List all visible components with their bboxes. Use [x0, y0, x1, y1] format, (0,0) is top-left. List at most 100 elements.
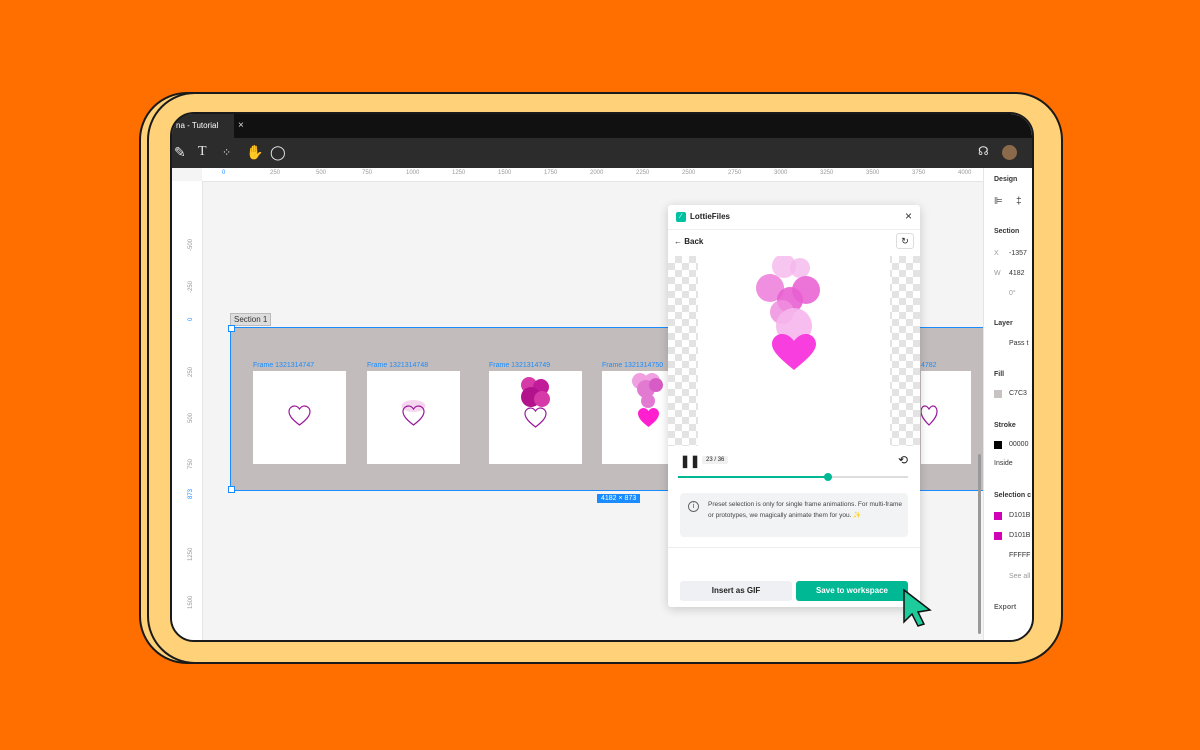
ruler-tick: 750 [188, 458, 194, 469]
resize-handle[interactable] [228, 486, 235, 493]
refresh-icon[interactable]: ↻ [896, 233, 914, 249]
pause-button[interactable]: ❚❚ [680, 454, 700, 468]
frame-card[interactable] [253, 371, 346, 464]
align-left-icon[interactable]: ⊫ [994, 196, 1003, 207]
horizontal-ruler: 0 250 500 750 1000 1250 1500 1750 2000 2… [202, 168, 984, 182]
plugin-title: LottieFiles [690, 212, 731, 221]
frame-label: Frame 1321314750 [602, 362, 664, 369]
design-tab[interactable]: Design [994, 176, 1017, 183]
frame-card[interactable] [489, 371, 582, 464]
x-label: X [994, 250, 999, 257]
ruler-tick: 2000 [590, 170, 604, 176]
file-tab[interactable]: na - Tutorial [172, 114, 234, 138]
info-note: i Preset selection is only for single fr… [680, 493, 908, 537]
close-icon[interactable]: × [905, 209, 912, 223]
info-icon: i [688, 501, 699, 512]
layer-heading: Layer [994, 320, 1013, 327]
ruler-tick: 4000 [958, 170, 972, 176]
timeline-progress [678, 476, 828, 478]
selection-colors-heading: Selection c [994, 492, 1031, 499]
ruler-tick: 2750 [728, 170, 742, 176]
insert-gif-button[interactable]: Insert as GIF [680, 581, 792, 601]
cursor-pointer-icon [903, 588, 932, 627]
ruler-tick: 1250 [188, 547, 194, 561]
ruler-tick: 500 [316, 170, 327, 176]
current-frame: 23 [706, 457, 713, 463]
canvas-scrollbar[interactable] [978, 454, 981, 634]
rotation-field[interactable]: 0° [1009, 290, 1016, 297]
ruler-tick: 3750 [912, 170, 926, 176]
frame-card[interactable] [367, 371, 460, 464]
loop-icon[interactable]: ⟲ [898, 453, 908, 467]
lottiefiles-plugin: ∕ LottieFiles × ← Back ↻ ❚❚ 23 / 36 ⟲ i … [668, 205, 920, 607]
ruler-tick: 3250 [820, 170, 834, 176]
ruler-tick: 750 [362, 170, 373, 176]
close-tab-icon[interactable]: × [238, 120, 244, 131]
hand-tool-icon[interactable]: ✋ [246, 144, 263, 161]
title-bar: na - Tutorial × + [172, 114, 1032, 138]
color-swatch[interactable] [994, 512, 1002, 520]
stroke-position[interactable]: Inside [994, 460, 1013, 467]
ruler-tick: 250 [188, 366, 194, 377]
back-button[interactable]: ← Back [674, 237, 703, 246]
ruler-tick: 2500 [682, 170, 696, 176]
frame-label: 4782 [921, 362, 937, 369]
pen-tool-icon[interactable]: ✎ [174, 144, 186, 161]
ruler-tick: 250 [270, 170, 281, 176]
ruler-tick: 1250 [452, 170, 466, 176]
text-tool-icon[interactable]: T [198, 144, 207, 160]
size-badge: 4182 × 873 [597, 494, 641, 503]
avatar[interactable] [1002, 145, 1017, 160]
fill-value[interactable]: C7C3 [1009, 390, 1027, 397]
selection-color[interactable]: FFFFF [1009, 552, 1030, 559]
ruler-tick: 873 [188, 488, 194, 499]
total-frames: 36 [717, 457, 725, 463]
fill-swatch[interactable] [994, 390, 1002, 398]
headphones-icon[interactable]: ☊ [978, 144, 989, 158]
animation-preview [668, 254, 920, 446]
ruler-tick: 1500 [188, 595, 194, 609]
color-swatch[interactable] [994, 532, 1002, 540]
save-to-workspace-button[interactable]: Save to workspace [796, 581, 908, 601]
export-heading[interactable]: Export [994, 604, 1016, 611]
ruler-tick: 1750 [544, 170, 558, 176]
ruler-tick: 3500 [866, 170, 880, 176]
timeline-handle[interactable] [823, 473, 832, 481]
selection-color[interactable]: D101B [1009, 532, 1030, 539]
comment-tool-icon[interactable]: ◯ [270, 144, 286, 161]
resize-handle[interactable] [228, 325, 235, 332]
lottiefiles-logo-icon: ∕ [676, 212, 686, 222]
ruler-tick: -250 [188, 280, 194, 293]
blend-mode-field[interactable]: Pass t [1009, 340, 1028, 347]
ruler-tick: 2250 [636, 170, 650, 176]
ruler-tick: 1500 [498, 170, 512, 176]
stroke-heading: Stroke [994, 422, 1016, 429]
w-field[interactable]: 4182 [1009, 270, 1025, 277]
properties-panel: Design ⊫ ‡ Section X -1357 W 4182 0° Lay… [983, 168, 1032, 640]
hearts-animation [756, 254, 820, 370]
align-center-icon[interactable]: ‡ [1016, 196, 1022, 207]
stroke-swatch[interactable] [994, 441, 1002, 449]
w-label: W [994, 270, 1001, 277]
ruler-tick: 1000 [406, 170, 420, 176]
selection-color[interactable]: D101B [1009, 512, 1030, 519]
timeline-slider[interactable] [678, 473, 908, 481]
ruler-tick: 500 [188, 412, 194, 423]
x-field[interactable]: -1357 [1009, 250, 1027, 257]
playback-controls: ❚❚ 23 / 36 ⟲ [668, 448, 920, 484]
stroke-value[interactable]: 00000 [1009, 441, 1028, 448]
frame-label: Frame 1321314747 [253, 362, 315, 369]
preview-stage [698, 254, 890, 446]
file-tab-title: na - Tutorial [176, 121, 219, 130]
divider [668, 547, 920, 548]
heart-outline-icon [288, 405, 311, 426]
plugin-header: ∕ LottieFiles × [668, 205, 920, 230]
frame-card[interactable] [920, 371, 971, 464]
see-all-link[interactable]: See all [1009, 573, 1030, 580]
section-label[interactable]: Section 1 [230, 313, 272, 326]
frame-label: Frame 1321314748 [367, 362, 429, 369]
heart-icon [401, 400, 426, 426]
ruler-tick: 0 [188, 317, 194, 321]
toolbar: ✎ T ⁘ ✋ ◯ ☊ [172, 138, 1032, 168]
components-icon[interactable]: ⁘ [222, 146, 231, 159]
